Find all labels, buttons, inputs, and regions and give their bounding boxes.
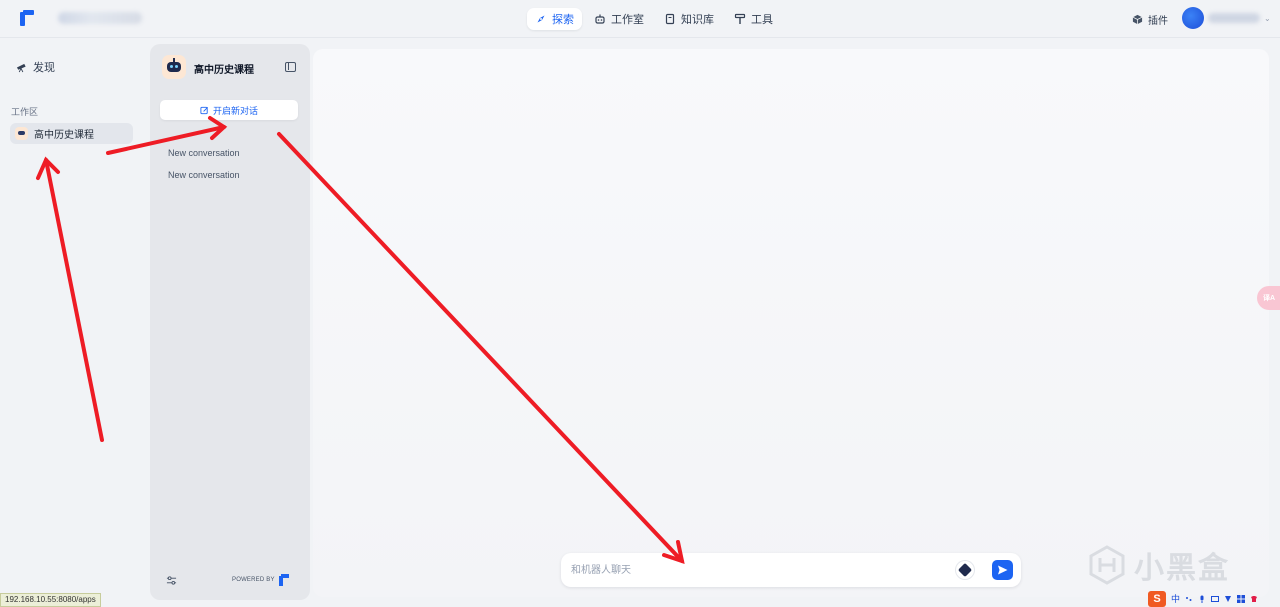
ime-mode-label[interactable]: 中 xyxy=(1171,592,1180,605)
workspace-name-blurred[interactable] xyxy=(58,12,142,24)
nav-explore-label: 探索 xyxy=(552,14,574,26)
punctuation-icon[interactable] xyxy=(1185,595,1193,603)
shirt-icon[interactable] xyxy=(1250,595,1258,603)
watermark: 小黑盒 xyxy=(1088,543,1248,587)
app-logo[interactable] xyxy=(20,10,34,26)
send-button[interactable] xyxy=(992,560,1013,580)
new-conversation-label: 开启新对话 xyxy=(212,105,258,116)
workspace-section-label: 工作区 xyxy=(11,107,39,117)
plugins-label: 插件 xyxy=(1148,16,1168,27)
app-title: 高中历史课程 xyxy=(194,65,254,76)
watermark-logo-icon xyxy=(1089,545,1125,585)
book-icon xyxy=(665,13,675,25)
nav-knowledge-label: 知识库 xyxy=(681,14,714,26)
sidebar-item-discover[interactable]: 发现 xyxy=(16,59,55,75)
grid-icon[interactable] xyxy=(1237,594,1246,603)
chat-area xyxy=(313,49,1269,597)
ime-logo-icon[interactable]: S xyxy=(1148,590,1166,607)
chat-input-box xyxy=(561,553,1021,587)
collapse-sidebar-icon[interactable] xyxy=(285,62,296,72)
robot-icon xyxy=(595,14,605,24)
avatar xyxy=(1182,7,1204,29)
keyboard-icon[interactable] xyxy=(1211,595,1220,603)
sidebar-item-app[interactable]: 高中历史课程 xyxy=(10,123,133,144)
plugins-link[interactable]: 插件 xyxy=(1132,12,1168,27)
conversation-item[interactable]: New conversation xyxy=(168,170,240,180)
translate-button[interactable]: 译A xyxy=(1257,286,1280,310)
status-bar-url: 192.168.10.55:8080/apps xyxy=(0,593,101,607)
top-bar: 探索 工作室 知识库 工具 插件 ⌄ xyxy=(0,0,1280,38)
cube-icon xyxy=(1132,14,1143,25)
nav-studio[interactable]: 工作室 xyxy=(586,8,652,30)
model-icon[interactable] xyxy=(956,561,974,579)
sidebar-item-app-label: 高中历史课程 xyxy=(34,130,94,141)
username-blurred xyxy=(1208,13,1260,23)
left-sidebar: 发现 工作区 高中历史课程 xyxy=(0,39,144,607)
conversation-item[interactable]: New conversation xyxy=(168,148,240,158)
send-icon xyxy=(998,565,1008,575)
settings-sliders-icon[interactable] xyxy=(166,575,177,586)
nav-studio-label: 工作室 xyxy=(611,14,644,26)
powered-by-label: POWERED BY xyxy=(232,577,275,583)
main-nav: 探索 工作室 知识库 工具 xyxy=(527,8,781,30)
robot-avatar-icon xyxy=(162,55,186,79)
sidebar-item-discover-label: 发现 xyxy=(33,62,55,74)
telescope-icon xyxy=(16,63,26,72)
hammer-icon xyxy=(734,13,746,24)
edit-icon xyxy=(200,106,208,114)
robot-avatar-icon xyxy=(15,127,28,140)
system-tray: S 中 xyxy=(1146,590,1280,607)
brand-logo xyxy=(279,574,289,586)
nav-explore[interactable]: 探索 xyxy=(527,8,582,30)
chat-input[interactable] xyxy=(571,562,941,578)
nav-tools[interactable]: 工具 xyxy=(726,8,781,30)
watermark-text: 小黑盒 xyxy=(1134,552,1230,585)
compass-icon xyxy=(537,15,545,23)
nav-knowledge[interactable]: 知识库 xyxy=(656,8,722,30)
conversation-panel: 高中历史课程 开启新对话 New conversation New conver… xyxy=(150,44,310,600)
chevron-down-icon: ⌄ xyxy=(1264,13,1271,23)
microphone-icon[interactable] xyxy=(1198,595,1206,603)
user-menu[interactable]: ⌄ xyxy=(1182,7,1271,29)
nav-tools-label: 工具 xyxy=(751,14,773,26)
skin-icon[interactable] xyxy=(1224,595,1232,603)
new-conversation-button[interactable]: 开启新对话 xyxy=(160,100,298,120)
